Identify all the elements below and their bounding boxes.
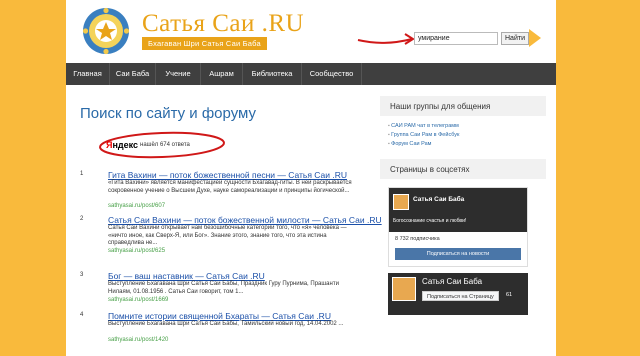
social-widget-title: Страницы в соцсетях xyxy=(380,159,546,179)
result-url[interactable]: sathyasai.ru/post/1420 xyxy=(108,337,168,343)
nav-item-community[interactable]: Сообщество xyxy=(302,63,362,85)
search-input[interactable]: умирание xyxy=(414,32,498,45)
result-number: 1 xyxy=(80,171,84,177)
result-url[interactable]: sathyasai.ru/post/1669 xyxy=(108,297,168,303)
site-logo[interactable] xyxy=(82,7,130,55)
vk-tagline: Богосознание счастья и любви! xyxy=(393,218,467,224)
nav-item-library[interactable]: Библиотека xyxy=(243,63,302,85)
result-title-link[interactable]: Гита Вахини — поток божественной песни —… xyxy=(108,170,347,180)
yandex-logo-rest: ндекс xyxy=(112,140,139,150)
search-button[interactable]: Найти xyxy=(501,32,529,45)
page-container: Сатья Саи .RU Бхагаван Шри Сатья Саи Баб… xyxy=(66,0,556,356)
group-link-facebook[interactable]: Группа Саи Рам в Фейсбук xyxy=(388,131,538,140)
result-number: 3 xyxy=(80,272,84,278)
vk-widget: Сатья Саи Баба Богосознание счастья и лю… xyxy=(388,187,528,267)
result-title-link[interactable]: Помните истории священной Бхараты — Сать… xyxy=(108,311,331,321)
main-nav: Главная Саи Баба Учение Ашрам Библиотека… xyxy=(66,63,556,85)
yandex-result-summary: Яндекс нашёл 674 ответа xyxy=(99,131,225,159)
result-title-link[interactable]: Бог — ваш наставник — Сатья Саи .RU xyxy=(108,271,265,281)
fb-follow-button[interactable]: Подписаться на Страницу xyxy=(422,291,499,301)
search-pointer-tab xyxy=(529,29,541,47)
result-snippet: Выступление Бхагавана Шри Сатья Саи Бабы… xyxy=(108,321,344,327)
yandex-logo: Яндекс xyxy=(106,140,138,150)
result-number: 4 xyxy=(80,312,84,318)
vk-page-name[interactable]: Сатья Саи Баба xyxy=(413,196,464,203)
red-arrow-annotation xyxy=(357,33,415,45)
site-subtitle: Бхагаван Шри Сатья Саи Баба xyxy=(142,37,267,50)
result-url[interactable]: sathyasai.ru/post/625 xyxy=(108,248,165,254)
site-header: Сатья Саи .RU Бхагаван Шри Сатья Саи Баб… xyxy=(66,0,556,62)
nav-item-ashram[interactable]: Ашрам xyxy=(201,63,243,85)
groups-widget-title: Наши группы для общения xyxy=(380,96,546,116)
main-content: Поиск по сайту и форуму Яндекс нашёл 674… xyxy=(66,85,382,356)
nav-item-home[interactable]: Главная xyxy=(66,63,110,85)
group-link-telegram[interactable]: САИ РАМ чат в телеграмм xyxy=(388,122,538,131)
fb-widget: Сатья Саи Баба Подписаться на Страницу 6… xyxy=(388,273,528,315)
nav-item-sai-baba[interactable]: Саи Баба xyxy=(110,63,156,85)
result-snippet: Выступление Бхагавана Шри Сатья Саи Бабы… xyxy=(108,281,339,295)
result-title-link[interactable]: Сатья Саи Вахини — поток божественной ми… xyxy=(108,215,382,225)
fb-avatar xyxy=(392,277,416,301)
result-snippet: «Гита Вахини» является манифестацией сущ… xyxy=(108,180,352,194)
page-title: Поиск по сайту и форуму xyxy=(80,105,257,122)
vk-followers: 8 732 подписчика xyxy=(395,236,440,242)
sidebar: Наши группы для общения САИ РАМ чат в те… xyxy=(380,96,546,315)
groups-list: САИ РАМ чат в телеграмм Группа Саи Рам в… xyxy=(380,116,546,155)
result-number: 2 xyxy=(80,216,84,222)
result-count: нашёл 674 ответа xyxy=(140,142,190,148)
vk-subscribe-button[interactable]: Подписаться на новости xyxy=(395,248,521,260)
result-snippet: Сатья Саи Вахини открывает нам безошибоч… xyxy=(108,225,347,246)
fb-page-name[interactable]: Сатья Саи Баба xyxy=(422,277,482,286)
site-title[interactable]: Сатья Саи .RU xyxy=(142,10,304,38)
result-url[interactable]: sathyasai.ru/post/607 xyxy=(108,203,165,209)
fb-follow-count: 61 xyxy=(506,292,513,298)
vk-avatar xyxy=(393,194,409,210)
group-link-forum[interactable]: Форум Саи Рам xyxy=(388,140,538,149)
vk-cover-image: Сатья Саи Баба Богосознание счастья и лю… xyxy=(389,188,527,232)
nav-item-teaching[interactable]: Учение xyxy=(156,63,201,85)
